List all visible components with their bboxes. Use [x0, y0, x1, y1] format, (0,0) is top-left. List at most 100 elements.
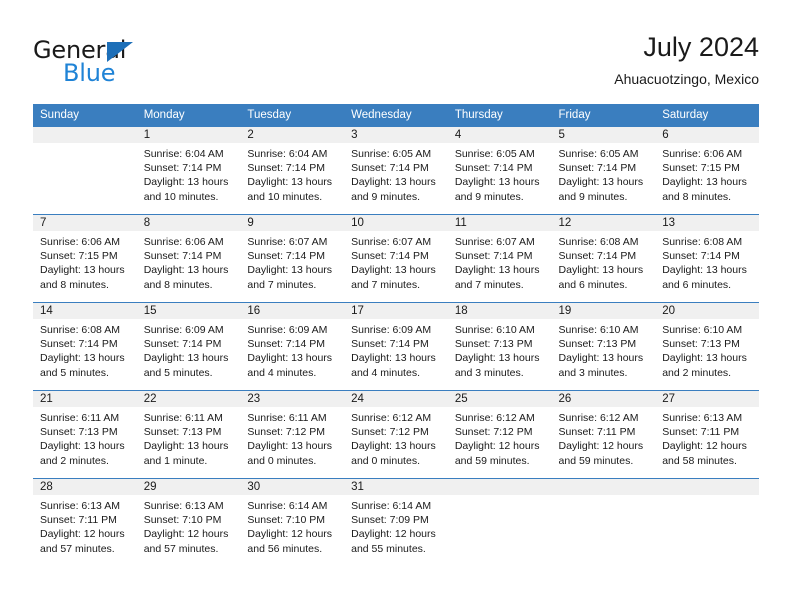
- calendar-day-cell[interactable]: 14 Sunrise: 6:08 AM Sunset: 7:14 PM Dayligh…: [33, 302, 137, 391]
- calendar-day-cell[interactable]: 20 Sunrise: 6:10 AM Sunset: 7:13 PM Dayligh…: [655, 302, 759, 391]
- calendar-day-cell[interactable]: 24 Sunrise: 6:12 AM Sunset: 7:12 PM Dayligh…: [344, 390, 448, 479]
- calendar-day-cell[interactable]: 26 Sunrise: 6:12 AM Sunset: 7:11 PM Dayligh…: [551, 390, 656, 479]
- calendar-day-cell[interactable]: 7 Sunrise: 6:06 AM Sunset: 7:15 PM Daylight…: [33, 214, 137, 303]
- daylight-text-line1: Daylight: 13 hours: [143, 176, 229, 189]
- day-number: 30: [240, 479, 345, 495]
- calendar-day-cell[interactable]: 13 Sunrise: 6:08 AM Sunset: 7:14 PM Dayligh…: [655, 214, 759, 303]
- day-detail-block: Sunrise: 6:08 AM Sunset: 7:14 PM Daylight:…: [552, 231, 656, 292]
- sunrise-text: Sunrise: 6:11 AM: [40, 412, 120, 424]
- general-blue-logo[interactable]: General Blue: [33, 36, 233, 88]
- calendar-day-cell[interactable]: 11 Sunrise: 6:07 AM Sunset: 7:14 PM Dayligh…: [447, 214, 552, 303]
- calendar-day-cell[interactable]: 19 Sunrise: 6:10 AM Sunset: 7:13 PM Dayligh…: [551, 302, 656, 391]
- day-number: 5: [551, 127, 656, 143]
- day-number: 28: [33, 479, 137, 495]
- calendar-body: 1 Sunrise: 6:04 AM Sunset: 7:14 PM Daylight…: [33, 126, 759, 566]
- sunrise-text: Sunrise: 6:12 AM: [454, 412, 535, 424]
- calendar-day-cell[interactable]: 18 Sunrise: 6:10 AM Sunset: 7:13 PM Dayligh…: [447, 302, 552, 391]
- day-detail-block: Sunrise: 6:11 AM Sunset: 7:13 PM Daylight:…: [33, 407, 137, 468]
- sunset-text: Sunset: 7:09 PM: [351, 514, 429, 527]
- sunset-text: Sunset: 7:14 PM: [247, 250, 326, 263]
- daylight-text-line2: and 57 minutes.: [40, 542, 115, 555]
- calendar-day-cell[interactable]: 27 Sunrise: 6:13 AM Sunset: 7:11 PM Dayligh…: [655, 390, 759, 479]
- daylight-text-line1: Daylight: 12 hours: [454, 440, 540, 453]
- daylight-text-line1: Daylight: 13 hours: [351, 264, 436, 277]
- day-detail-block: Sunrise: 6:08 AM Sunset: 7:14 PM Daylight:…: [33, 319, 137, 380]
- calendar-day-cell[interactable]: 23 Sunrise: 6:11 AM Sunset: 7:12 PM Dayligh…: [240, 390, 345, 479]
- sunset-text: Sunset: 7:14 PM: [454, 250, 533, 263]
- calendar-day-cell[interactable]: 6 Sunrise: 6:06 AM Sunset: 7:15 PM Daylight…: [655, 126, 759, 215]
- daylight-text-line2: and 9 minutes.: [351, 190, 420, 203]
- daylight-text-line2: and 2 minutes.: [662, 366, 732, 379]
- daylight-text-line1: Daylight: 13 hours: [247, 264, 333, 277]
- sunset-text: Sunset: 7:14 PM: [247, 338, 326, 351]
- sunset-text: Sunset: 7:13 PM: [454, 338, 533, 351]
- calendar-day-cell[interactable]: 9 Sunrise: 6:07 AM Sunset: 7:14 PM Daylight…: [240, 214, 345, 303]
- calendar-week-row: 1 Sunrise: 6:04 AM Sunset: 7:14 PM Daylight…: [33, 126, 759, 215]
- weekday-header-sunday: Sunday: [33, 104, 137, 127]
- daylight-text-line1: Daylight: 12 hours: [247, 528, 333, 541]
- day-number: 21: [33, 391, 137, 407]
- calendar-day-cell[interactable]: 1 Sunrise: 6:04 AM Sunset: 7:14 PM Daylight…: [136, 126, 241, 215]
- month-calendar-grid: Sunday Monday Tuesday Wednesday Thursday…: [33, 104, 759, 566]
- day-number: 13: [655, 215, 759, 231]
- day-number: 19: [551, 303, 656, 319]
- sunrise-text: Sunrise: 6:05 AM: [351, 148, 432, 160]
- sunrise-text: Sunrise: 6:10 AM: [662, 324, 743, 336]
- day-detail-block: Sunrise: 6:10 AM Sunset: 7:13 PM Daylight:…: [655, 319, 759, 380]
- sunset-text: Sunset: 7:10 PM: [247, 514, 326, 527]
- sunset-text: Sunset: 7:11 PM: [662, 426, 740, 439]
- calendar-day-cell[interactable]: 28 Sunrise: 6:13 AM Sunset: 7:11 PM Dayligh…: [33, 478, 137, 566]
- calendar-day-cell[interactable]: 12 Sunrise: 6:08 AM Sunset: 7:14 PM Dayligh…: [551, 214, 656, 303]
- calendar-day-cell[interactable]: 30 Sunrise: 6:14 AM Sunset: 7:10 PM Dayligh…: [240, 478, 345, 566]
- daylight-text-line2: and 0 minutes.: [351, 454, 420, 467]
- calendar-day-cell[interactable]: 4 Sunrise: 6:05 AM Sunset: 7:14 PM Daylight…: [447, 126, 552, 215]
- sunset-text: Sunset: 7:14 PM: [351, 162, 429, 175]
- sunset-text: Sunset: 7:14 PM: [558, 162, 637, 175]
- daylight-text-line1: Daylight: 13 hours: [143, 264, 229, 277]
- calendar-day-cell[interactable]: 10 Sunrise: 6:07 AM Sunset: 7:14 PM Dayligh…: [344, 214, 448, 303]
- daylight-text-line2: and 9 minutes.: [558, 190, 628, 203]
- sunrise-text: Sunrise: 6:06 AM: [40, 236, 120, 248]
- weekday-header-friday: Friday: [551, 104, 656, 127]
- day-number: 9: [240, 215, 345, 231]
- calendar-day-cell[interactable]: 31 Sunrise: 6:14 AM Sunset: 7:09 PM Dayligh…: [344, 478, 448, 566]
- calendar-day-cell[interactable]: 3 Sunrise: 6:05 AM Sunset: 7:14 PM Daylight…: [344, 126, 448, 215]
- sunrise-text: Sunrise: 6:05 AM: [454, 148, 535, 160]
- calendar-day-cell[interactable]: 2 Sunrise: 6:04 AM Sunset: 7:14 PM Daylight…: [240, 126, 345, 215]
- sunset-text: Sunset: 7:13 PM: [558, 338, 637, 351]
- calendar-day-cell[interactable]: 8 Sunrise: 6:06 AM Sunset: 7:14 PM Daylight…: [136, 214, 241, 303]
- day-number: [551, 479, 656, 495]
- day-detail-block: Sunrise: 6:08 AM Sunset: 7:14 PM Daylight:…: [655, 231, 759, 292]
- daylight-text-line2: and 2 minutes.: [40, 454, 109, 467]
- calendar-day-cell[interactable]: 5 Sunrise: 6:05 AM Sunset: 7:14 PM Daylight…: [551, 126, 656, 215]
- calendar-day-cell[interactable]: 21 Sunrise: 6:11 AM Sunset: 7:13 PM Dayligh…: [33, 390, 137, 479]
- sunrise-text: Sunrise: 6:04 AM: [143, 148, 224, 160]
- sunrise-text: Sunrise: 6:10 AM: [454, 324, 535, 336]
- daylight-text-line1: Daylight: 13 hours: [558, 352, 644, 365]
- page-title: July 2024: [643, 32, 759, 62]
- day-detail-block: Sunrise: 6:13 AM Sunset: 7:11 PM Daylight:…: [33, 495, 137, 556]
- calendar-day-cell[interactable]: 15 Sunrise: 6:09 AM Sunset: 7:14 PM Dayligh…: [136, 302, 241, 391]
- day-detail-block: Sunrise: 6:12 AM Sunset: 7:11 PM Daylight:…: [552, 407, 656, 468]
- calendar-day-cell[interactable]: 16 Sunrise: 6:09 AM Sunset: 7:14 PM Dayligh…: [240, 302, 345, 391]
- calendar-day-cell[interactable]: 25 Sunrise: 6:12 AM Sunset: 7:12 PM Dayligh…: [447, 390, 552, 479]
- page-subtitle: Ahuacuotzingo, Mexico: [614, 71, 759, 87]
- daylight-text-line1: Daylight: 13 hours: [40, 440, 125, 453]
- calendar-day-cell[interactable]: 29 Sunrise: 6:13 AM Sunset: 7:10 PM Dayligh…: [136, 478, 241, 566]
- weekday-header-thursday: Thursday: [447, 104, 552, 127]
- daylight-text-line2: and 7 minutes.: [247, 278, 317, 291]
- calendar-day-cell[interactable]: 17 Sunrise: 6:09 AM Sunset: 7:14 PM Dayligh…: [344, 302, 448, 391]
- weekday-header-tuesday: Tuesday: [240, 104, 345, 127]
- sunset-text: Sunset: 7:14 PM: [351, 338, 429, 351]
- calendar-day-cell[interactable]: 22 Sunrise: 6:11 AM Sunset: 7:13 PM Dayligh…: [136, 390, 241, 479]
- sunrise-text: Sunrise: 6:05 AM: [558, 148, 639, 160]
- sunrise-text: Sunrise: 6:13 AM: [40, 500, 120, 512]
- day-detail-block: Sunrise: 6:12 AM Sunset: 7:12 PM Daylight:…: [344, 407, 448, 468]
- sunset-text: Sunset: 7:14 PM: [143, 338, 222, 351]
- daylight-text-line1: Daylight: 13 hours: [351, 440, 436, 453]
- calendar-empty-cell: [447, 478, 552, 566]
- daylight-text-line2: and 59 minutes.: [558, 454, 634, 467]
- day-detail-block: Sunrise: 6:06 AM Sunset: 7:15 PM Daylight:…: [33, 231, 137, 292]
- daylight-text-line2: and 8 minutes.: [662, 190, 732, 203]
- daylight-text-line1: Daylight: 13 hours: [143, 440, 229, 453]
